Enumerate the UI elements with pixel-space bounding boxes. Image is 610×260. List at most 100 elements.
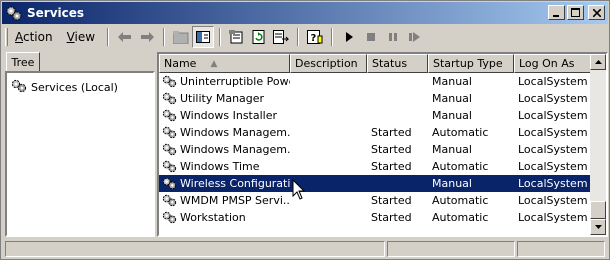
cell-name: Windows Installer: [159, 108, 290, 123]
back-arrow-icon[interactable]: [114, 26, 136, 48]
show-hide-tree-icon[interactable]: [192, 26, 215, 48]
table-row[interactable]: Windows Time Started Automatic LocalSystem: [159, 158, 598, 175]
table-row[interactable]: Utility Manager Manual LocalSystem: [159, 90, 598, 107]
vertical-scrollbar[interactable]: [590, 54, 606, 235]
play-icon[interactable]: [338, 26, 360, 48]
restart-icon[interactable]: [404, 26, 426, 48]
cell-status: Started: [371, 126, 412, 139]
service-name: Windows Managem...: [180, 126, 290, 139]
window-title: Services: [27, 6, 85, 20]
cell-status: Started: [371, 211, 412, 224]
cell-startup-type: Automatic: [432, 126, 489, 139]
sort-ascending-icon: ▲: [210, 58, 218, 69]
cell-name: Utility Manager: [159, 91, 290, 106]
status-pane: [517, 241, 605, 257]
title-bar[interactable]: Services: [2, 2, 608, 24]
cell-status: Started: [371, 160, 412, 173]
table-row[interactable]: Windows Installer Manual LocalSystem: [159, 107, 598, 124]
cell-startup-type: Manual: [432, 109, 472, 122]
minimize-button[interactable]: [548, 5, 565, 20]
cell-startup-type: Automatic: [432, 211, 489, 224]
column-header-label: Name: [164, 57, 197, 70]
service-gears-icon: [162, 142, 177, 157]
mouse-pointer-icon: [292, 179, 306, 200]
status-bar: [2, 239, 608, 259]
cell-log-on-as: LocalSystem: [518, 75, 588, 88]
cell-log-on-as: LocalSystem: [518, 143, 588, 156]
table-row[interactable]: Windows Managem... Started Automatic LocalS…: [159, 124, 598, 141]
service-name: Workstation: [180, 211, 246, 224]
svg-text:?: ?: [311, 33, 317, 44]
table-row[interactable]: WMDM PMSP Servi... Started Automatic LocalS…: [159, 192, 598, 209]
cell-name: Windows Time: [159, 159, 290, 174]
cell-name: Workstation: [159, 210, 290, 225]
services-gears-icon: [11, 78, 27, 97]
menu-action-mnemonic: A: [15, 30, 23, 44]
cell-log-on-as: LocalSystem: [518, 211, 588, 224]
menu-action[interactable]: Action: [8, 28, 60, 46]
refresh-icon[interactable]: [248, 26, 270, 48]
table-row[interactable]: Wireless Configuration Manual LocalSystem: [159, 175, 598, 192]
service-gears-icon: [162, 108, 177, 123]
forward-arrow-icon[interactable]: [136, 26, 158, 48]
scroll-up-button[interactable]: [590, 54, 606, 70]
cell-log-on-as: LocalSystem: [518, 92, 588, 105]
tree-item-label: Services (Local): [31, 81, 118, 94]
export-list-icon[interactable]: [270, 26, 292, 48]
cell-startup-type: Manual: [432, 177, 472, 190]
toolbar-separator: [219, 28, 222, 46]
service-gears-icon: [162, 176, 177, 191]
cell-startup-type: Automatic: [432, 194, 489, 207]
column-headers: Name ▲ Description Status Startup Type L…: [159, 54, 598, 73]
cell-startup-type: Manual: [432, 143, 472, 156]
stop-icon[interactable]: [360, 26, 382, 48]
close-button[interactable]: [588, 5, 605, 20]
toolbar-separator: [297, 28, 300, 46]
service-gears-icon: [162, 159, 177, 174]
cell-name: Windows Managem...: [159, 142, 290, 157]
cell-log-on-as: LocalSystem: [518, 126, 588, 139]
maximize-button[interactable]: [567, 5, 584, 20]
column-header-log-on-as[interactable]: Log On As: [514, 54, 598, 73]
cell-log-on-as: LocalSystem: [518, 194, 588, 207]
service-name: Windows Installer: [180, 109, 278, 122]
column-header-description[interactable]: Description: [290, 54, 367, 73]
status-pane: [5, 241, 385, 257]
status-pane: [387, 241, 515, 257]
services-gears-icon: [5, 4, 23, 22]
service-gears-icon: [162, 91, 177, 106]
tab-tree[interactable]: Tree: [6, 52, 40, 72]
properties-icon[interactable]: [226, 26, 248, 48]
table-row[interactable]: Workstation Started Automatic LocalSystem: [159, 209, 598, 226]
list-rows: Uninterruptible Powe... Manual LocalSystem…: [159, 73, 598, 226]
help-icon[interactable]: ?: [304, 26, 326, 48]
service-gears-icon: [162, 210, 177, 225]
scroll-down-button[interactable]: [590, 219, 606, 235]
tree-pane: Services (Local): [5, 71, 155, 237]
cell-name: Uninterruptible Powe...: [159, 74, 290, 89]
up-folder-icon[interactable]: [170, 26, 192, 48]
table-row[interactable]: Windows Managem... Started Manual LocalSyst…: [159, 141, 598, 158]
cell-startup-type: Manual: [432, 75, 472, 88]
table-row[interactable]: Uninterruptible Powe... Manual LocalSystem: [159, 73, 598, 90]
service-gears-icon: [162, 193, 177, 208]
service-name: WMDM PMSP Servi...: [180, 194, 290, 207]
cell-name: WMDM PMSP Servi...: [159, 193, 290, 208]
scroll-thumb[interactable]: [590, 201, 606, 219]
column-header-startup-type[interactable]: Startup Type: [428, 54, 514, 73]
menu-view-label: iew: [74, 30, 96, 44]
service-name: Windows Managem...: [180, 143, 290, 156]
cell-startup-type: Manual: [432, 92, 472, 105]
toolbar-separator: [107, 28, 110, 46]
service-name: Utility Manager: [180, 92, 265, 105]
cell-name: Wireless Configuration: [159, 176, 290, 191]
menu-view-mnemonic: V: [66, 30, 75, 44]
tree-item-services-local[interactable]: Services (Local): [11, 78, 118, 97]
pause-icon[interactable]: [382, 26, 404, 48]
menu-view[interactable]: View: [60, 28, 102, 46]
column-header-name[interactable]: Name ▲: [159, 54, 290, 73]
cell-status: Started: [371, 143, 412, 156]
services-list: Name ▲ Description Status Startup Type L…: [157, 52, 608, 237]
column-header-status[interactable]: Status: [367, 54, 428, 73]
toolbar-separator: [331, 28, 334, 46]
